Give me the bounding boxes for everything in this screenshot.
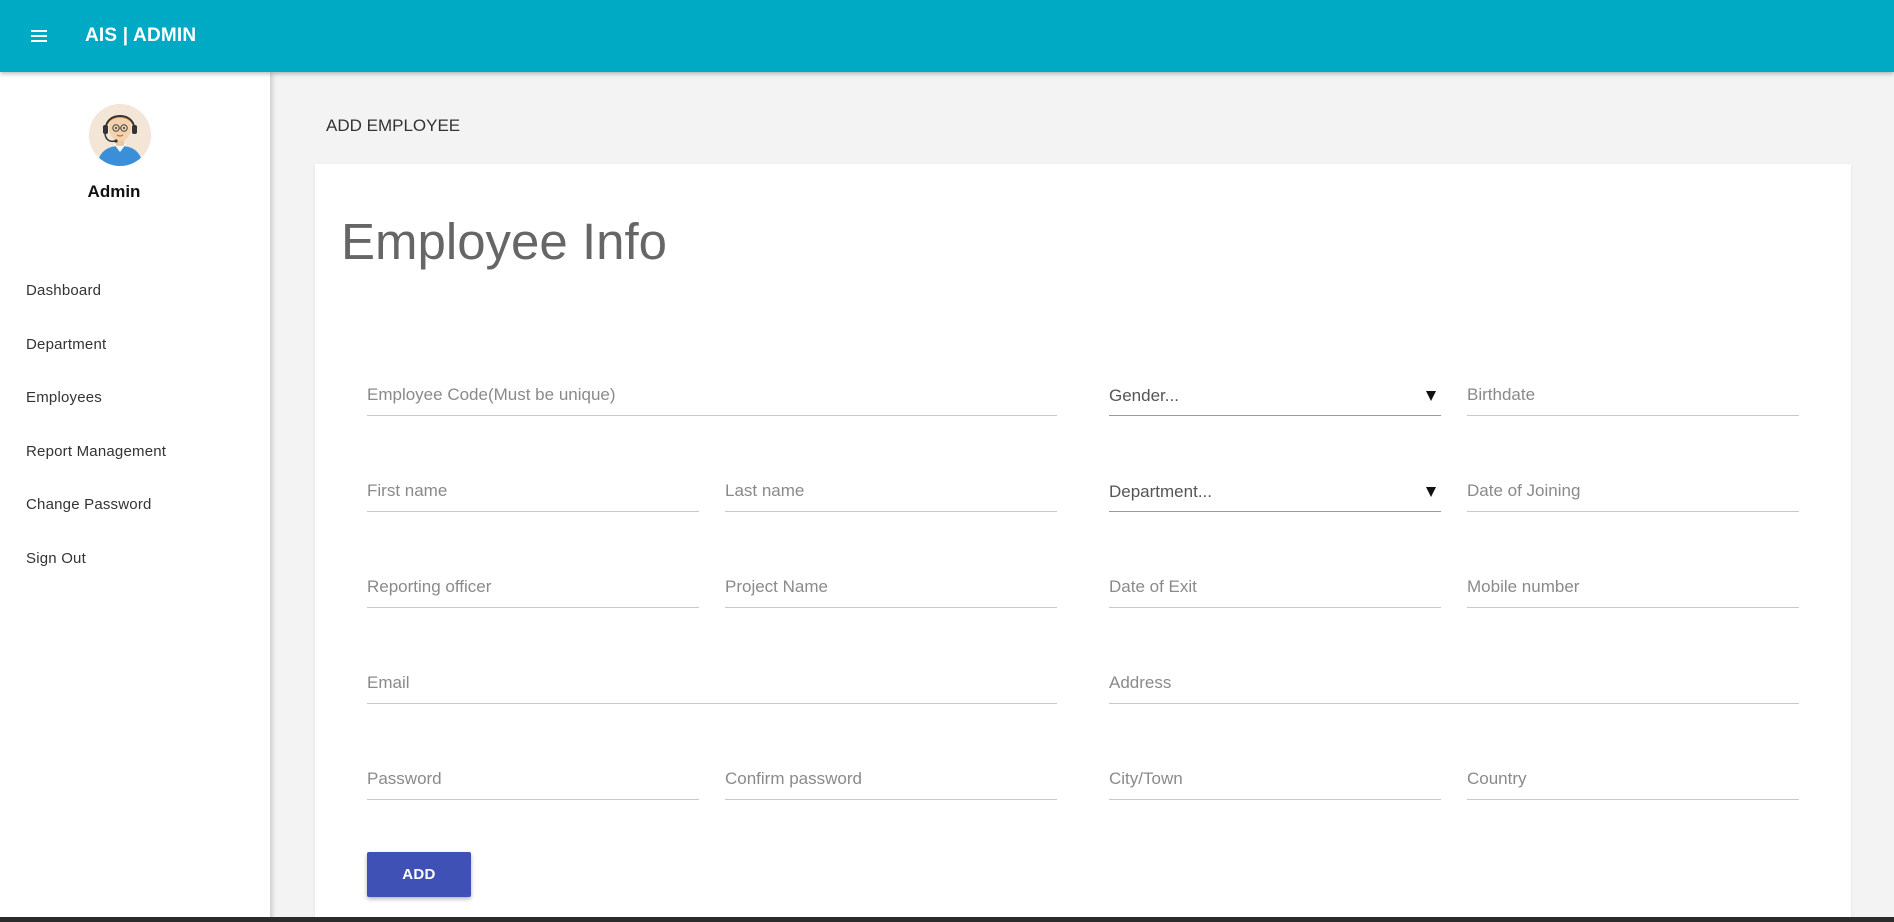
confirm-password-input[interactable] [725,760,1057,798]
sidebar-item-report-management[interactable]: Report Management [0,425,270,479]
address-field [1109,664,1799,704]
add-button[interactable]: ADD [367,852,471,897]
project-name-field [725,568,1057,608]
sidebar-nav: Dashboard Department Employees Report Ma… [0,264,270,585]
last-name-field [725,472,1057,512]
birthdate-input[interactable] [1467,376,1799,414]
address-input[interactable] [1109,664,1799,702]
email-input[interactable] [367,664,1057,702]
sidebar-item-sign-out[interactable]: Sign Out [0,532,270,586]
city-town-field [1109,760,1441,800]
first-name-field [367,472,699,512]
sidebar-item-dashboard[interactable]: Dashboard [0,264,270,318]
avatar [89,104,151,166]
country-input[interactable] [1467,760,1799,798]
employee-code-field [367,376,1057,416]
sidebar-item-employees[interactable]: Employees [0,371,270,425]
caret-down-icon [1426,487,1436,497]
top-header: AIS | ADMIN [0,0,1894,72]
employee-form-card: Employee Info Gender... Department... [315,164,1851,922]
mobile-number-input[interactable] [1467,568,1799,606]
email-field [367,664,1057,704]
last-name-input[interactable] [725,472,1057,510]
department-select[interactable]: Department... [1109,472,1441,512]
city-town-input[interactable] [1109,760,1441,798]
date-of-exit-field [1109,568,1441,608]
reporting-officer-input[interactable] [367,568,699,606]
birthdate-field [1467,376,1799,416]
sidebar-item-department[interactable]: Department [0,318,270,372]
bottom-edge [0,917,1894,922]
password-field [367,760,699,800]
date-of-joining-field [1467,472,1799,512]
department-select-label: Department... [1109,482,1212,501]
first-name-input[interactable] [367,472,699,510]
form-title: Employee Info [341,213,668,270]
country-field [1467,760,1799,800]
confirm-password-field [725,760,1057,800]
hamburger-menu-icon[interactable] [28,26,54,46]
gender-select-label: Gender... [1109,386,1179,405]
user-name: Admin [87,182,141,201]
project-name-input[interactable] [725,568,1057,606]
gender-select[interactable]: Gender... [1109,376,1441,416]
mobile-number-field [1467,568,1799,608]
password-input[interactable] [367,760,699,798]
date-of-exit-input[interactable] [1109,568,1441,606]
reporting-officer-field [367,568,699,608]
sidebar: Admin Dashboard Department Employees Rep… [0,72,270,922]
app-brand: AIS | ADMIN [85,25,197,46]
page-title: ADD EMPLOYEE [326,116,461,135]
date-of-joining-input[interactable] [1467,472,1799,510]
caret-down-icon [1426,391,1436,401]
employee-code-input[interactable] [367,376,1057,414]
sidebar-item-change-password[interactable]: Change Password [0,478,270,532]
